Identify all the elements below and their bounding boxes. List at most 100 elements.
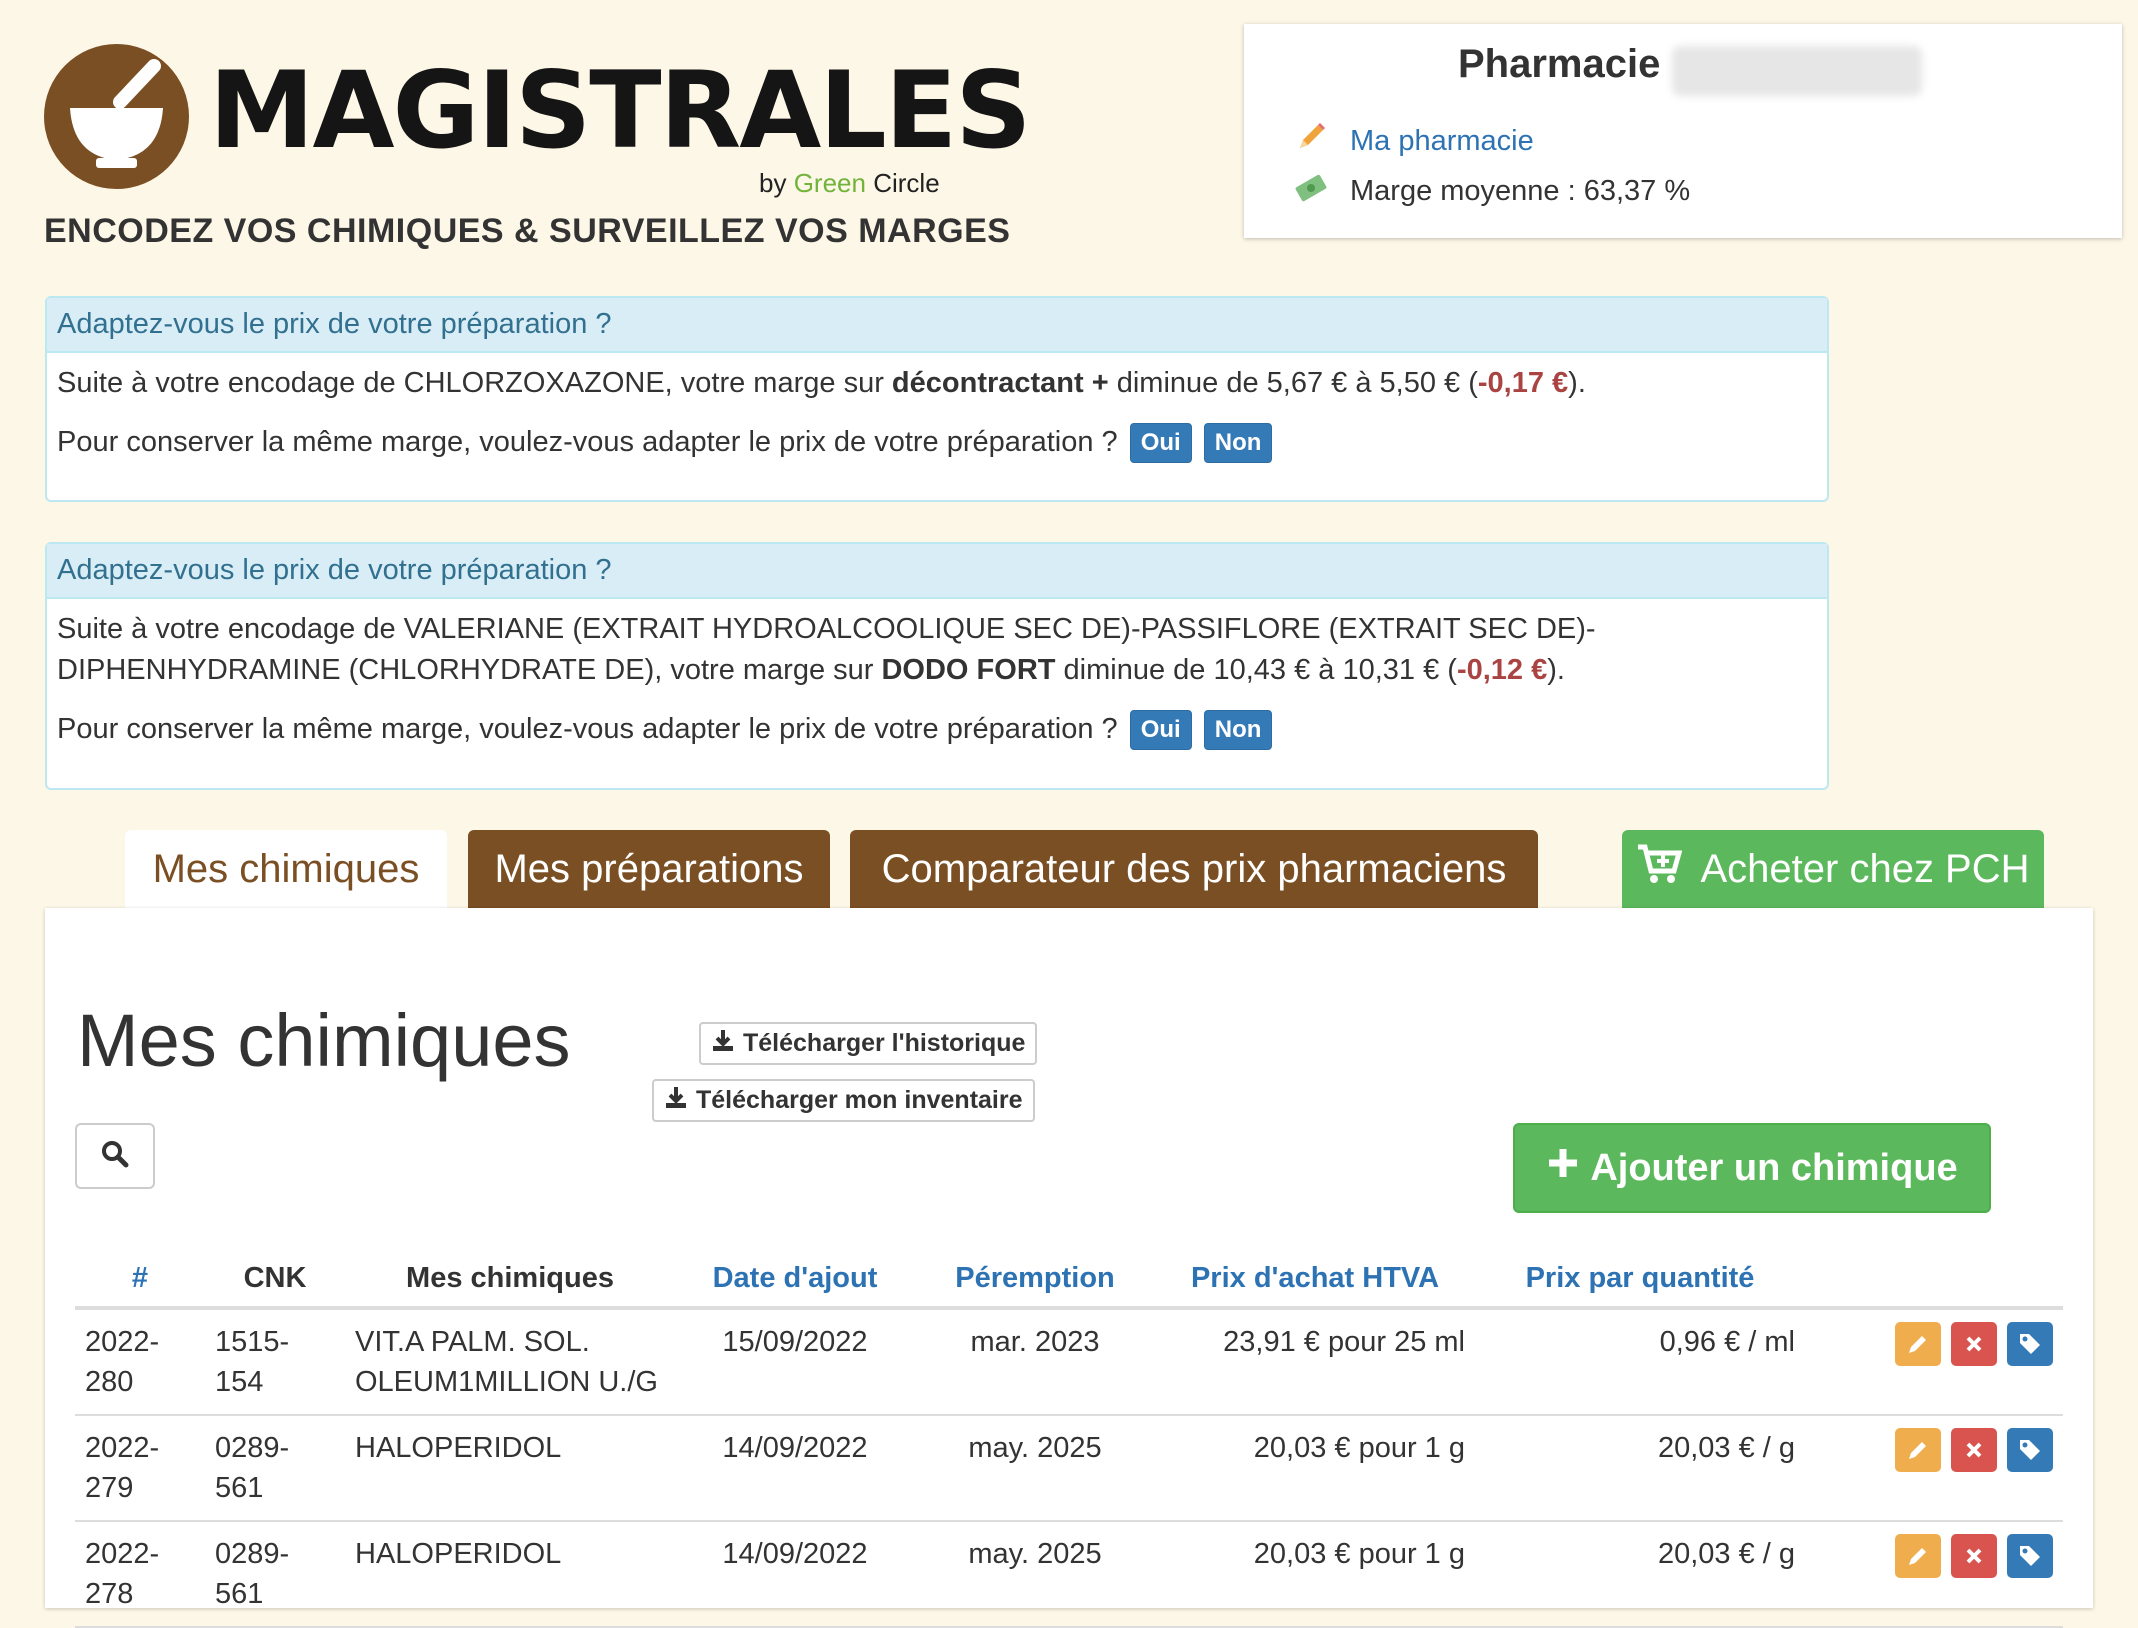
- alert-text: Suite à votre encodage de CHLORZOXAZONE,…: [57, 367, 892, 399]
- download-inventory-label: Télécharger mon inventaire: [696, 1086, 1023, 1114]
- edit-icon: [1909, 1336, 1926, 1353]
- tab-mes-preparations[interactable]: Mes préparations: [468, 830, 830, 908]
- tag-button[interactable]: [2007, 1322, 2053, 1366]
- alert-header: Adaptez-vous le prix de votre préparatio…: [47, 298, 1827, 353]
- col-header-number[interactable]: #: [75, 1250, 205, 1310]
- no-button[interactable]: Non: [1203, 710, 1273, 751]
- pharmacy-card: Pharmacie Ma pharmacie Marge moyenne : 6…: [1244, 24, 2122, 238]
- tab-mes-chimiques[interactable]: Mes chimiques: [125, 830, 447, 908]
- yes-button[interactable]: Oui: [1129, 710, 1192, 751]
- table-row: 2022-280 1515-154 VIT.A PALM. SOL. OLEUM…: [75, 1308, 2063, 1416]
- chemicals-table: # CNK Mes chimiques Date d'ajout Pérempt…: [75, 1250, 2063, 1628]
- search-icon: [100, 1139, 130, 1173]
- buy-pch-label: Acheter chez PCH: [1700, 846, 2030, 891]
- cell-expiry: may. 2025: [915, 1521, 1155, 1628]
- tagline: ENCODEZ VOS CHIMIQUES & SURVEILLEZ VOS M…: [44, 212, 1011, 250]
- price-alert-panel: Adaptez-vous le prix de votre préparatio…: [45, 542, 1829, 790]
- page-title: Mes chimiques: [77, 999, 571, 1082]
- tag-button[interactable]: [2007, 1534, 2053, 1578]
- cell-unit-price: 20,03 € / g: [1475, 1521, 1805, 1628]
- edit-button[interactable]: [1895, 1534, 1941, 1578]
- main-panel: Mes chimiques Télécharger l'historique T…: [45, 908, 2093, 1628]
- cell-date-added: 14/09/2022: [675, 1415, 915, 1522]
- logo-byline: by Green Circle: [759, 168, 940, 199]
- tag-icon: [2020, 1546, 2040, 1566]
- alert-product: DODO FORT: [881, 654, 1056, 686]
- no-button[interactable]: Non: [1203, 423, 1273, 464]
- col-header-purchase-price[interactable]: Prix d'achat HTVA: [1155, 1250, 1475, 1310]
- edit-button[interactable]: [1895, 1322, 1941, 1366]
- add-chemical-label: Ajouter un chimique: [1590, 1146, 1958, 1189]
- my-pharmacy-link[interactable]: Ma pharmacie: [1350, 125, 1534, 158]
- download-inventory-button[interactable]: Télécharger mon inventaire: [652, 1079, 1035, 1122]
- tag-button[interactable]: [2007, 1428, 2053, 1472]
- logo-brand-dark: Circle: [873, 168, 940, 198]
- cell-expiry: may. 2025: [915, 1415, 1155, 1522]
- alert-header: Adaptez-vous le prix de votre préparatio…: [47, 544, 1827, 599]
- add-chemical-button[interactable]: Ajouter un chimique: [1513, 1123, 1991, 1213]
- download-history-button[interactable]: Télécharger l'historique: [699, 1022, 1038, 1065]
- col-header-actions: [1805, 1250, 2063, 1310]
- alert-text: diminue de 10,43 € à 10,31 € (: [1055, 654, 1457, 686]
- cell-chemical: HALOPERIDOL: [345, 1415, 675, 1522]
- alert-text: ).: [1568, 367, 1586, 399]
- cell-unit-price: 20,03 € / g: [1475, 1415, 1805, 1522]
- download-icon: [664, 1085, 688, 1116]
- money-icon: [1294, 170, 1328, 212]
- delete-icon: [1966, 1548, 1982, 1564]
- delete-button[interactable]: [1951, 1428, 1997, 1472]
- edit-icon: [1909, 1548, 1926, 1565]
- cart-plus-icon: [1636, 843, 1683, 895]
- download-history-label: Télécharger l'historique: [743, 1029, 1026, 1057]
- alert-text: diminue de 5,67 € à 5,50 € (: [1108, 367, 1478, 399]
- price-alert-panel: Adaptez-vous le prix de votre préparatio…: [45, 296, 1829, 502]
- cell-cnk: 0289-561: [205, 1521, 345, 1628]
- alert-message: Suite à votre encodage de CHLORZOXAZONE,…: [57, 363, 1817, 404]
- logo-by-text: by: [759, 168, 787, 198]
- cell-purchase-price: 23,91 € pour 25 ml: [1155, 1308, 1475, 1416]
- tag-icon: [2020, 1440, 2040, 1460]
- cell-date-added: 14/09/2022: [675, 1521, 915, 1628]
- alert-delta: -0,17 €: [1477, 367, 1569, 399]
- download-icon: [711, 1028, 735, 1059]
- cell-expiry: mar. 2023: [915, 1308, 1155, 1416]
- pencil-icon: [1294, 120, 1328, 162]
- pharmacy-margin-row: Marge moyenne : 63,37 %: [1294, 170, 1690, 212]
- cell-purchase-price: 20,03 € pour 1 g: [1155, 1415, 1475, 1522]
- logo[interactable]: MAGISTRALES by Green Circle: [44, 44, 1032, 204]
- alert-product: décontractant +: [891, 367, 1109, 399]
- cell-cnk: 0289-561: [205, 1415, 345, 1522]
- logo-brand-green: Green: [793, 168, 866, 198]
- cell-actions: [1805, 1308, 2063, 1416]
- logo-wordmark: MAGISTRALES: [209, 49, 1032, 172]
- pharmacy-name-redacted: [1672, 46, 1922, 96]
- cell-number: 2022-278: [75, 1521, 205, 1628]
- cell-number: 2022-280: [75, 1308, 205, 1416]
- cell-number: 2022-279: [75, 1415, 205, 1522]
- delete-icon: [1966, 1336, 1982, 1352]
- pharmacy-link-row[interactable]: Ma pharmacie: [1294, 120, 1534, 162]
- buy-pch-button[interactable]: Acheter chez PCH: [1622, 830, 2044, 908]
- tag-icon: [2020, 1334, 2040, 1354]
- col-header-date-added[interactable]: Date d'ajout: [675, 1250, 915, 1310]
- alert-text: ).: [1547, 654, 1565, 686]
- col-header-unit-price[interactable]: Prix par quantité: [1475, 1250, 1805, 1310]
- tab-price-comparator[interactable]: Comparateur des prix pharmaciens: [850, 830, 1538, 908]
- search-button[interactable]: [75, 1123, 155, 1189]
- col-header-expiry[interactable]: Péremption: [915, 1250, 1155, 1310]
- delete-button[interactable]: [1951, 1322, 1997, 1366]
- col-header-chemicals: Mes chimiques: [345, 1250, 675, 1310]
- alert-question: Pour conserver la même marge, voulez-vou…: [57, 426, 1118, 458]
- plus-icon: [1546, 1146, 1580, 1190]
- table-row: 2022-279 0289-561 HALOPERIDOL 14/09/2022…: [75, 1415, 2063, 1522]
- delete-icon: [1966, 1442, 1982, 1458]
- delete-button[interactable]: [1951, 1534, 1997, 1578]
- edit-button[interactable]: [1895, 1428, 1941, 1472]
- cell-purchase-price: 20,03 € pour 1 g: [1155, 1521, 1475, 1628]
- pharmacy-title: Pharmacie: [1458, 42, 1661, 86]
- yes-button[interactable]: Oui: [1129, 423, 1192, 464]
- cell-unit-price: 0,96 € / ml: [1475, 1308, 1805, 1416]
- alert-message: Suite à votre encodage de VALERIANE (EXT…: [57, 609, 1817, 691]
- alert-delta: -0,12 €: [1456, 654, 1548, 686]
- cell-actions: [1805, 1521, 2063, 1628]
